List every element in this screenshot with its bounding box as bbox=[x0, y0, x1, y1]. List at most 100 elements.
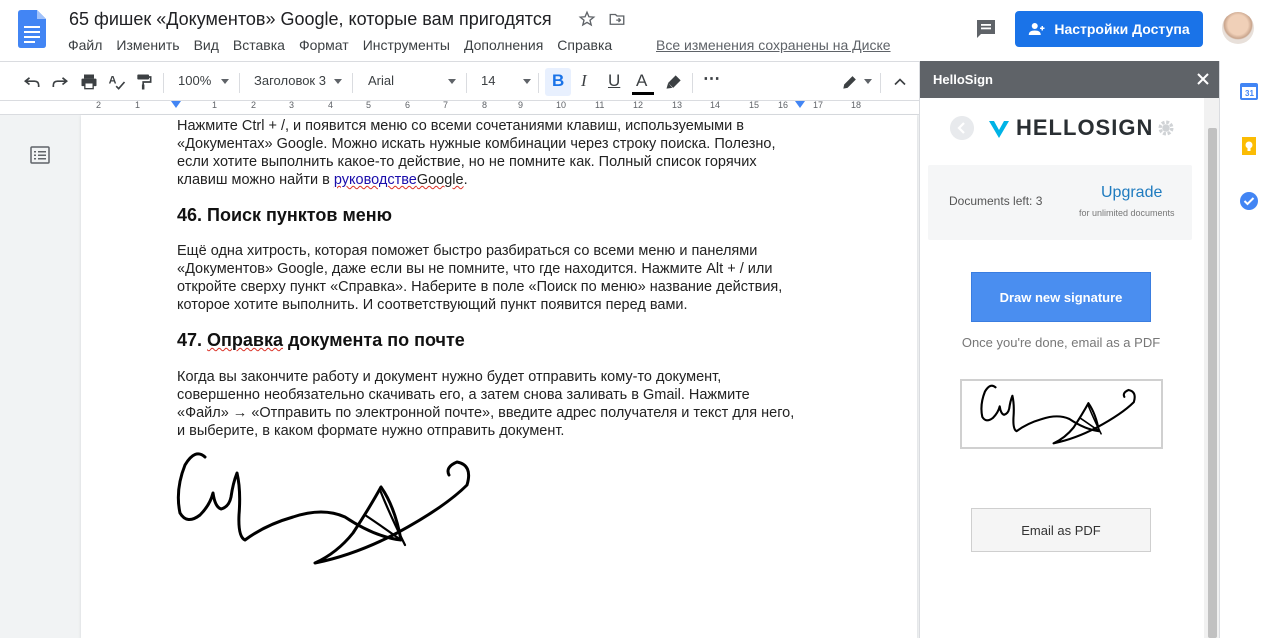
toolbar-divider bbox=[692, 73, 693, 93]
hellosign-panel: HelloSign HELLOSIGN Documents left: 3 Up… bbox=[919, 61, 1220, 638]
gear-icon[interactable] bbox=[1156, 118, 1176, 138]
paragraph-47: Когда вы закончите работу и документ нуж… bbox=[177, 369, 795, 439]
zoom-caret-icon bbox=[221, 79, 229, 84]
ruler-number: 2 bbox=[251, 100, 257, 110]
share-label: Настройки Доступа bbox=[1054, 21, 1190, 37]
menu-file[interactable]: Файл bbox=[68, 37, 102, 53]
redo-icon[interactable] bbox=[50, 72, 70, 92]
google-docs-window: 65 фишек «Документов» Google, которые ва… bbox=[0, 0, 1276, 638]
ruler-number: 11 bbox=[595, 100, 605, 110]
upgrade-link[interactable]: Upgrade bbox=[1101, 184, 1162, 202]
hellosign-logo-text: HELLOSIGN bbox=[1016, 115, 1154, 140]
heading-text: документа по почте bbox=[283, 330, 465, 350]
ruler-number: 2 bbox=[96, 100, 102, 110]
signature-image[interactable] bbox=[175, 445, 485, 570]
print-icon[interactable] bbox=[79, 72, 99, 92]
document-page[interactable]: Нажмите Ctrl + /, и появится меню со все… bbox=[81, 115, 917, 638]
italic-button[interactable]: I bbox=[581, 71, 587, 91]
panel-scrollbar-thumb[interactable] bbox=[1208, 128, 1217, 638]
toolbar-divider bbox=[538, 73, 539, 93]
menu-edit[interactable]: Изменить bbox=[116, 37, 179, 53]
font-caret-icon bbox=[448, 79, 456, 84]
toolbar-divider bbox=[239, 73, 240, 93]
hellosign-check-icon bbox=[989, 121, 1009, 138]
right-indent-marker[interactable] bbox=[795, 101, 805, 108]
menubar: Файл Изменить Вид Вставка Формат Инструм… bbox=[68, 37, 626, 53]
star-icon[interactable] bbox=[578, 10, 596, 28]
signature-preview-image bbox=[980, 384, 1136, 445]
toolbar-divider bbox=[466, 73, 467, 93]
toolbar-divider bbox=[880, 73, 881, 93]
back-icon[interactable] bbox=[950, 116, 974, 140]
font-select[interactable]: Arial bbox=[368, 73, 394, 88]
panel-scrollbar[interactable] bbox=[1204, 98, 1220, 638]
calendar-icon[interactable]: 31 bbox=[1239, 81, 1259, 101]
menu-addons[interactable]: Дополнения bbox=[464, 37, 543, 53]
close-icon[interactable] bbox=[1194, 70, 1212, 88]
guide-link[interactable]: руководстве bbox=[334, 172, 417, 188]
email-pdf-button[interactable]: Email as PDF bbox=[971, 508, 1151, 552]
move-folder-icon[interactable] bbox=[608, 10, 626, 28]
ruler-number: 1 bbox=[135, 100, 141, 110]
collapse-up-icon[interactable] bbox=[890, 72, 910, 92]
saved-status[interactable]: Все изменения сохранены на Диске bbox=[656, 37, 891, 53]
ruler-number: 4 bbox=[328, 100, 334, 110]
more-button[interactable]: ⋯ bbox=[703, 69, 720, 89]
text-color-swatch bbox=[632, 92, 654, 95]
document-area: Нажмите Ctrl + /, и появится меню со все… bbox=[0, 115, 920, 638]
ruler-number: 15 bbox=[749, 100, 760, 110]
undo-icon[interactable] bbox=[22, 72, 42, 92]
menu-format[interactable]: Формат bbox=[299, 37, 349, 53]
avatar[interactable] bbox=[1222, 12, 1254, 44]
underline-button[interactable]: U bbox=[608, 71, 620, 91]
ruler-number: 3 bbox=[289, 100, 295, 110]
heading-46: 46. Поиск пунктов меню bbox=[177, 205, 393, 225]
documents-left: Documents left: 3 bbox=[949, 194, 1043, 208]
menu-view[interactable]: Вид bbox=[194, 37, 219, 53]
document-title[interactable]: 65 фишек «Документов» Google, которые ва… bbox=[69, 9, 552, 30]
paint-format-icon[interactable] bbox=[134, 72, 154, 92]
paragraph-text: . bbox=[463, 172, 468, 188]
size-caret-icon bbox=[523, 79, 531, 84]
paragraph-45: Нажмите Ctrl + /, и появится меню со все… bbox=[177, 117, 797, 189]
ruler-number: 17 bbox=[813, 100, 824, 110]
svg-text:A: A bbox=[109, 75, 117, 87]
ruler[interactable]: 2 1 1 2 3 4 5 6 7 8 9 10 11 12 13 14 15 … bbox=[0, 100, 920, 115]
style-caret-icon bbox=[334, 79, 342, 84]
header: 65 фишек «Документов» Google, которые ва… bbox=[0, 0, 1276, 61]
text-color-button[interactable]: A bbox=[636, 71, 647, 91]
menu-tools[interactable]: Инструменты bbox=[363, 37, 450, 53]
side-rail: 31 bbox=[1219, 61, 1276, 638]
document-outline-icon[interactable] bbox=[30, 145, 50, 165]
panel-header: HelloSign bbox=[920, 61, 1220, 98]
unlimited-note: for unlimited documents bbox=[1079, 208, 1175, 218]
edit-mode-icon[interactable] bbox=[840, 72, 860, 92]
share-button[interactable]: Настройки Доступа bbox=[1015, 11, 1203, 47]
ruler-number: 16 bbox=[778, 100, 789, 110]
draw-signature-button[interactable]: Draw new signature bbox=[971, 272, 1151, 322]
ruler-number: 10 bbox=[556, 100, 567, 110]
ruler-number: 8 bbox=[482, 100, 488, 110]
ruler-number: 18 bbox=[851, 100, 862, 110]
tasks-icon[interactable] bbox=[1239, 191, 1259, 211]
keep-icon[interactable] bbox=[1239, 136, 1259, 156]
ruler-number: 9 bbox=[518, 100, 524, 110]
comments-icon[interactable] bbox=[974, 17, 998, 41]
font-size-select[interactable]: 14 bbox=[481, 73, 495, 88]
add-person-icon bbox=[1029, 23, 1045, 35]
svg-text:31: 31 bbox=[1245, 89, 1254, 98]
menu-insert[interactable]: Вставка bbox=[233, 37, 285, 53]
left-indent-marker[interactable] bbox=[171, 101, 181, 108]
highlight-icon[interactable] bbox=[664, 72, 684, 92]
email-hint: Once you're done, email as a PDF bbox=[961, 335, 1161, 350]
zoom-select[interactable]: 100% bbox=[178, 73, 211, 88]
docs-logo-icon[interactable] bbox=[18, 10, 46, 48]
edit-mode-caret-icon bbox=[864, 79, 872, 84]
toolbar-divider bbox=[163, 73, 164, 93]
bold-button[interactable]: B bbox=[552, 71, 564, 91]
style-select[interactable]: Заголовок 3 bbox=[254, 73, 326, 88]
paragraph-text: Нажмите Ctrl + /, и появится меню со все… bbox=[177, 118, 776, 188]
signature-preview[interactable] bbox=[960, 379, 1163, 449]
menu-help[interactable]: Справка bbox=[557, 37, 612, 53]
spellcheck-icon[interactable]: A bbox=[107, 72, 127, 92]
